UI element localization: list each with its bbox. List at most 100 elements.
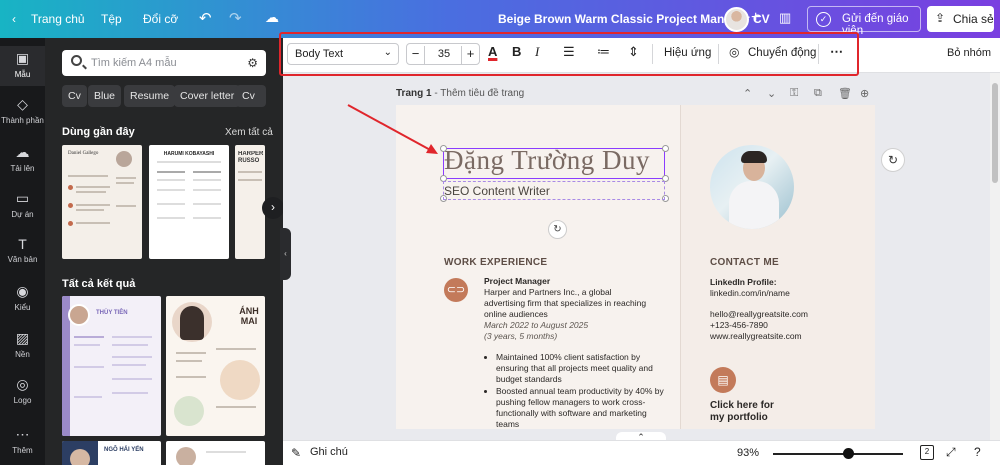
resize-handle[interactable]: [440, 145, 447, 152]
rail-label: Tải lên: [10, 164, 35, 173]
portfolio-link[interactable]: Click here for my portfolio: [710, 400, 774, 424]
chip-cv-more[interactable]: Cv: [236, 85, 266, 107]
template-result-thumb[interactable]: [166, 441, 265, 465]
linkedin-value: linkedin.com/in/name: [710, 288, 790, 298]
template-result-thumb[interactable]: NGÔ HẢI YẾN: [62, 441, 161, 465]
resize-menu[interactable]: Đổi cỡ: [143, 12, 178, 26]
file-menu[interactable]: Tệp: [101, 12, 122, 26]
help-icon[interactable]: ?: [974, 445, 981, 459]
left-rail: ▣ Mẫu ◇ Thành phần ☁ Tải lên ▭ Dự án T V…: [0, 38, 45, 465]
home-button[interactable]: Trang chủ: [31, 12, 85, 26]
linkedin-label: LinkedIn Profile:: [710, 277, 777, 287]
delete-page-icon[interactable]: 🗑: [838, 87, 852, 100]
rail-item-logo[interactable]: ◎ Logo: [0, 376, 45, 405]
add-collaborator-icon[interactable]: +: [751, 9, 760, 27]
add-page-title[interactable]: Thêm tiêu đề trang: [440, 88, 524, 99]
recent-template-thumb[interactable]: Daniel Gallego: [62, 145, 142, 259]
chip-resume[interactable]: Resume: [124, 85, 176, 107]
chevron-up-icon[interactable]: ⌃: [743, 87, 752, 100]
see-all-link[interactable]: Xem tất cả: [225, 127, 273, 138]
rail-item-templates[interactable]: ▣ Mẫu: [0, 46, 45, 86]
job-bullets: Maintained 100% client satisfaction by e…: [484, 352, 664, 429]
template-icon: ▣: [15, 50, 30, 66]
rail-item-elements[interactable]: ◇ Thành phần: [0, 96, 45, 125]
thumb-title: Daniel Gallego: [68, 151, 99, 156]
template-result-thumb[interactable]: ÁNH MAI: [166, 296, 265, 436]
notes-button[interactable]: Ghi chú: [310, 446, 348, 458]
zoom-slider-handle[interactable]: [843, 448, 854, 459]
add-page-icon[interactable]: ⊕: [860, 87, 869, 100]
thumb-title: NGÔ HẢI YẾN: [104, 447, 144, 453]
text-icon: T: [18, 236, 27, 252]
recent-template-thumb[interactable]: HARPER RUSSO: [235, 145, 265, 259]
rail-item-text[interactable]: T Văn bản: [0, 236, 45, 264]
filter-icon[interactable]: ⚙: [247, 56, 258, 70]
avatar[interactable]: [724, 7, 749, 32]
job-title: Project Manager: [484, 276, 551, 286]
elements-icon: ◇: [17, 96, 28, 112]
rail-item-styles[interactable]: ◉ Kiểu: [0, 283, 45, 312]
cv-role[interactable]: SEO Content Writer: [444, 184, 550, 198]
background-icon: ▨: [15, 330, 30, 346]
zoom-value[interactable]: 93%: [737, 447, 759, 459]
send-to-teacher-button[interactable]: ✓ Gửi đến giáo viên: [807, 6, 921, 37]
job-company-line: Harper and Partners Inc., a global: [484, 287, 612, 297]
thumb-title: ÁNH MAI: [239, 306, 259, 326]
rail-item-uploads[interactable]: ☁ Tải lên: [0, 144, 45, 173]
ungroup-button[interactable]: Bỏ nhóm: [947, 47, 991, 59]
carousel-next-button[interactable]: ›: [262, 197, 283, 219]
rail-label: Thêm: [12, 446, 33, 455]
lock-icon[interactable]: ⚿: [790, 87, 798, 100]
rail-label: Logo: [13, 396, 32, 405]
thumb-title: HARPER RUSSO: [238, 151, 264, 164]
selection-box: [443, 148, 665, 179]
recent-template-thumb[interactable]: HARUMI KOBAYASHI: [149, 145, 229, 259]
website-text: www.reallygreatsite.com: [710, 331, 802, 341]
job-duration: (3 years, 5 months): [484, 331, 558, 341]
palette-icon: ◉: [16, 283, 29, 299]
rail-item-more[interactable]: ⋯ Thêm: [0, 426, 45, 455]
upload-icon: ⇪: [935, 11, 946, 25]
refresh-design-icon[interactable]: ↻: [881, 148, 905, 172]
rail-label: Thành phần: [1, 116, 44, 125]
chip-blue[interactable]: Blue: [88, 85, 122, 107]
duplicate-page-icon[interactable]: ⧉: [814, 87, 822, 100]
fullscreen-icon[interactable]: ⤢: [946, 445, 956, 460]
chip-cover-letter[interactable]: Cover letter: [174, 85, 241, 107]
rotate-icon[interactable]: ↻: [548, 220, 567, 239]
redo-icon[interactable]: ↷: [229, 9, 242, 27]
more-icon: ⋯: [15, 426, 30, 442]
cv-page[interactable]: Đặng Trường Duy SEO Content Writer ↻ WOR…: [396, 105, 875, 429]
work-experience-heading: WORK EXPERIENCE: [444, 257, 548, 268]
back-chevron-icon[interactable]: ‹: [12, 12, 16, 26]
rail-item-background[interactable]: ▨ Nền: [0, 330, 45, 359]
resize-handle[interactable]: [662, 145, 669, 152]
vertical-scrollbar[interactable]: [990, 73, 1000, 440]
template-search[interactable]: Tìm kiếm A4 mẫu ⚙: [62, 50, 266, 76]
thumb-photo: [116, 151, 132, 167]
zoom-slider[interactable]: [773, 453, 903, 455]
undo-icon[interactable]: ↶: [199, 9, 212, 27]
list-item: Maintained 100% client satisfaction by e…: [496, 352, 664, 385]
check-icon: ✓: [816, 12, 831, 27]
collapse-panel-button[interactable]: ‹: [280, 228, 291, 280]
cloud-save-icon[interactable]: ☁: [265, 9, 279, 26]
thumb-title: HARUMI KOBAYASHI: [163, 151, 215, 157]
chevron-down-icon[interactable]: ⌄: [767, 87, 776, 100]
search-input[interactable]: Tìm kiếm A4 mẫu: [91, 57, 177, 69]
template-result-thumb[interactable]: THÙY TIÊN: [62, 296, 161, 436]
chip-cv[interactable]: Cv: [62, 85, 87, 107]
templates-panel: Tìm kiếm A4 mẫu ⚙ Cv Blue Resume Cover l…: [45, 38, 283, 465]
rail-label: Văn bản: [7, 255, 38, 264]
scrollbar-thumb[interactable]: [992, 83, 998, 183]
profile-photo[interactable]: [710, 145, 794, 229]
share-button[interactable]: ⇪ Chia sẻ: [927, 6, 994, 32]
notes-icon: ✎: [291, 446, 302, 460]
logo-icon: ◎: [16, 376, 29, 392]
folder-icon: ▭: [15, 190, 30, 206]
page-count[interactable]: 2: [920, 445, 934, 460]
job-company-line: advertising firm that specializes in rea…: [484, 298, 647, 308]
rail-item-projects[interactable]: ▭ Dự án: [0, 190, 45, 219]
analytics-icon[interactable]: ▥: [779, 10, 791, 26]
upload-cloud-icon: ☁: [15, 144, 30, 160]
